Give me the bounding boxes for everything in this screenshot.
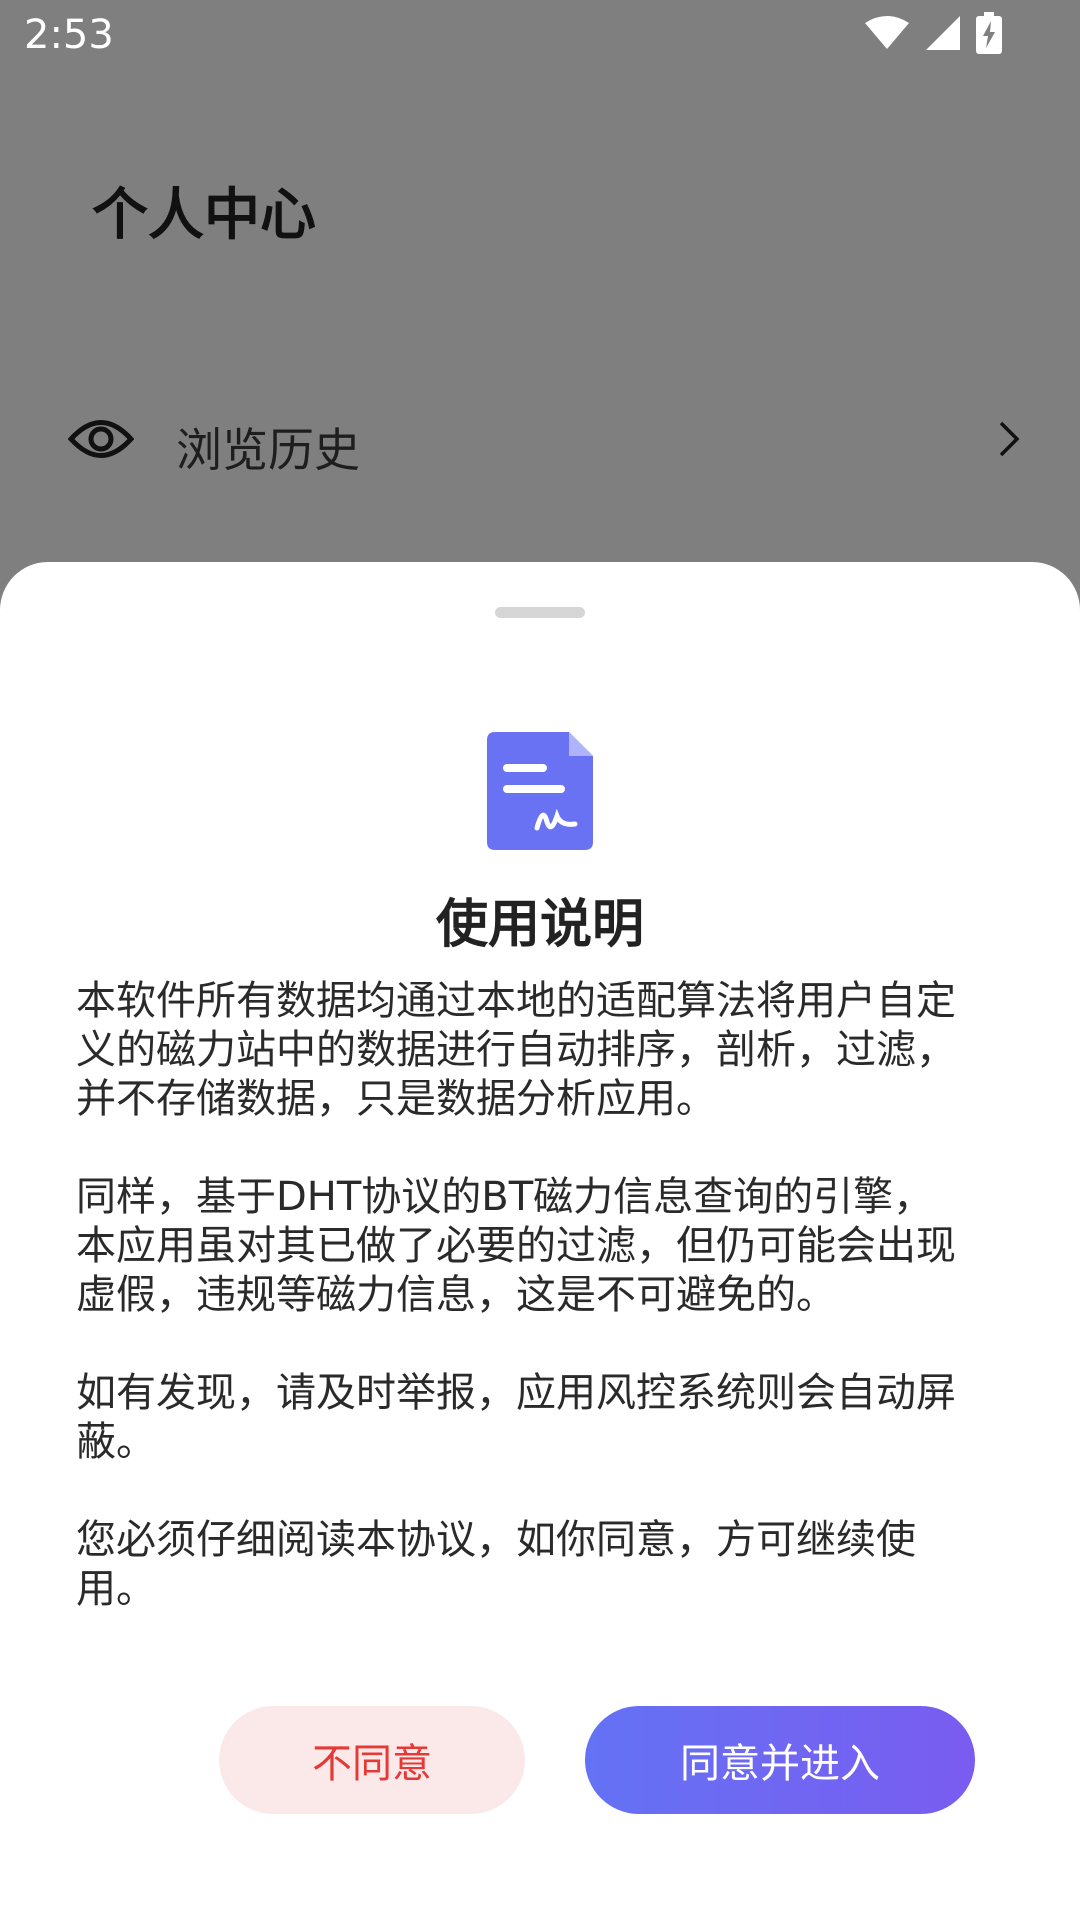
dialog-title: 使用说明 bbox=[435, 895, 644, 955]
dialog-body: 本软件所有数据均通过本地的适配算法将用户自定 义的磁力站中的数据进行自动排序，剖… bbox=[76, 977, 1006, 1663]
dialog-paragraph: 同样，基于DHT协议的BT磁力信息查询的引擎， 本应用虽对其已做了必要的过滤，但… bbox=[76, 1174, 956, 1318]
status-icons bbox=[864, 12, 1002, 58]
list-item-browse-history[interactable]: 浏览历史 bbox=[0, 400, 1080, 484]
agree-and-enter-button[interactable]: 同意并进入 bbox=[585, 1706, 975, 1814]
document-signature-icon bbox=[485, 730, 595, 856]
disagree-button[interactable]: 不同意 bbox=[219, 1706, 525, 1814]
status-bar: 2:53 bbox=[0, 0, 1080, 72]
dialog-paragraph: 您必须仔细阅读本协议，如你同意，方可继续使 用。 bbox=[76, 1517, 916, 1612]
chevron-right-icon bbox=[998, 420, 1020, 462]
dialog-paragraph: 如有发现，请及时举报，应用风控系统则会自动屏 蔽。 bbox=[76, 1370, 956, 1465]
screen: 2:53 个人中心 浏览历史 使用说明 本软件所有数据均通过本地的适配算法将用户… bbox=[0, 0, 1080, 1920]
list-item-label: 浏览历史 bbox=[176, 423, 360, 477]
status-time: 2:53 bbox=[24, 12, 114, 58]
signal-icon bbox=[924, 14, 962, 56]
battery-charging-icon bbox=[976, 12, 1002, 58]
eye-icon bbox=[67, 414, 135, 468]
drag-handle[interactable] bbox=[495, 607, 585, 618]
wifi-icon bbox=[864, 15, 910, 55]
agreement-bottom-sheet: 使用说明 本软件所有数据均通过本地的适配算法将用户自定 义的磁力站中的数据进行自… bbox=[0, 562, 1080, 1920]
dialog-paragraph: 本软件所有数据均通过本地的适配算法将用户自定 义的磁力站中的数据进行自动排序，剖… bbox=[76, 978, 956, 1122]
page-title: 个人中心 bbox=[92, 183, 316, 248]
